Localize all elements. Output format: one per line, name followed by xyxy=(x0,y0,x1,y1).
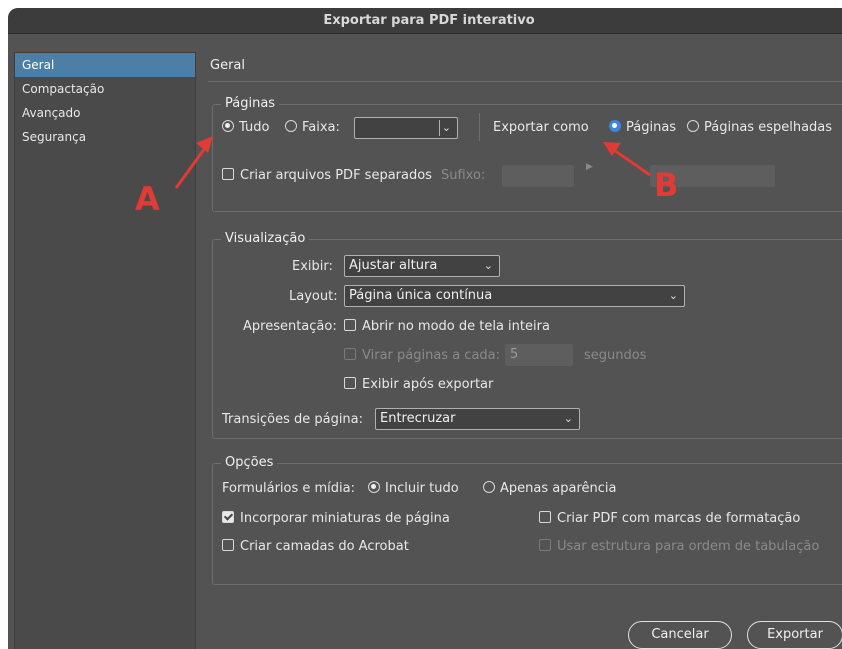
checkbox-empty-icon xyxy=(344,377,356,389)
checkbox-disabled-icon xyxy=(344,348,356,360)
transitions-value: Entrecruzar xyxy=(380,411,456,426)
sidebar-item-avancado[interactable]: Avançado xyxy=(15,101,195,125)
acrobat-layers-checkbox[interactable]: Criar camadas do Acrobat xyxy=(222,539,409,554)
sidebar-item-compactacao[interactable]: Compactação xyxy=(15,77,195,101)
radio-empty-icon xyxy=(285,120,297,132)
cancel-button[interactable]: Cancelar xyxy=(628,621,732,649)
checkbox-disabled-icon xyxy=(539,539,551,551)
chevron-down-icon: ⌄ xyxy=(483,259,493,272)
transitions-dropdown[interactable]: Entrecruzar ⌄ xyxy=(375,408,580,430)
checkbox-empty-icon xyxy=(222,168,234,180)
pages-group-title: Páginas xyxy=(221,96,280,111)
display-label: Exibir: xyxy=(292,259,333,274)
checkbox-empty-icon xyxy=(344,319,356,331)
export-button[interactable]: Exportar xyxy=(747,621,842,649)
view-after-export-label: Exibir após exportar xyxy=(362,377,494,392)
separate-pdf-checkbox[interactable]: Criar arquivos PDF separados xyxy=(222,168,432,183)
export-spreads-label: Páginas espelhadas xyxy=(704,120,833,135)
appearance-only-label: Apenas aparência xyxy=(500,481,617,496)
radio-selected-icon xyxy=(368,481,380,493)
include-all-radio[interactable]: Incluir tudo xyxy=(368,481,459,496)
separate-pdf-label: Criar arquivos PDF separados xyxy=(240,168,432,183)
pages-group-separator xyxy=(479,113,480,141)
checkbox-empty-icon xyxy=(539,511,551,523)
radio-empty-icon xyxy=(687,120,699,132)
export-as-label: Exportar como xyxy=(493,120,589,135)
suffix-field[interactable] xyxy=(502,165,574,187)
include-all-label: Incluir tudo xyxy=(385,481,459,496)
suffix-label: Sufixo: xyxy=(441,168,486,183)
title-divider xyxy=(208,81,842,82)
thumbnails-label: Incorporar miniaturas de página xyxy=(240,511,450,526)
flip-pages-label: Virar páginas a cada: xyxy=(362,348,501,363)
tab-order-checkbox[interactable]: Usar estrutura para ordem de tabulação xyxy=(539,539,819,554)
fullscreen-label: Abrir no modo de tela inteira xyxy=(362,319,550,334)
export-spreads-radio[interactable]: Páginas espelhadas xyxy=(687,120,832,135)
view-group: Visualização Exibir: Ajustar altura ⌄ La… xyxy=(212,231,842,439)
display-dropdown[interactable]: Ajustar altura ⌄ xyxy=(344,255,500,277)
presentation-label: Apresentação: xyxy=(243,319,337,334)
export-dialog: Exportar para PDF interativo Geral Compa… xyxy=(8,8,842,649)
radio-selected-icon xyxy=(609,120,621,132)
layout-dropdown[interactable]: Página única contínua ⌄ xyxy=(344,285,685,307)
acrobat-layers-label: Criar camadas do Acrobat xyxy=(240,539,409,554)
main-panel: Geral Páginas Tudo Faixa: ⌄ Exportar com… xyxy=(202,52,842,649)
flip-pages-checkbox[interactable]: Virar páginas a cada: xyxy=(344,348,500,363)
all-pages-label: Tudo xyxy=(239,120,270,135)
options-group-title: Opções xyxy=(221,455,278,470)
tagged-pdf-checkbox[interactable]: Criar PDF com marcas de formatação xyxy=(539,511,800,526)
view-after-export-checkbox[interactable]: Exibir após exportar xyxy=(344,377,493,392)
flip-seconds-field[interactable]: 5 xyxy=(505,344,573,366)
options-group: Opções Formulários e mídia: Incluir tudo… xyxy=(212,455,842,585)
appearance-only-radio[interactable]: Apenas aparência xyxy=(483,481,616,496)
range-label: Faixa: xyxy=(302,120,340,135)
display-value: Ajustar altura xyxy=(349,258,438,273)
annotation-label-b: B xyxy=(654,166,679,204)
dialog-title: Exportar para PDF interativo xyxy=(8,8,842,34)
layout-value: Página única contínua xyxy=(349,288,493,303)
thumbnails-checkbox[interactable]: Incorporar miniaturas de página xyxy=(222,511,450,526)
sidebar: Geral Compactação Avançado Segurança xyxy=(14,52,196,649)
sidebar-item-geral[interactable]: Geral xyxy=(15,53,195,77)
radio-empty-icon xyxy=(483,481,495,493)
tagged-pdf-label: Criar PDF com marcas de formatação xyxy=(557,511,801,526)
annotation-label-a: A xyxy=(135,180,160,218)
combobox-divider xyxy=(439,120,440,136)
range-combobox[interactable]: ⌄ xyxy=(354,117,458,139)
checkbox-empty-icon xyxy=(222,539,234,551)
transitions-label: Transições de página: xyxy=(222,412,364,427)
all-pages-radio[interactable]: Tudo xyxy=(222,120,269,135)
radio-selected-icon xyxy=(222,120,234,132)
seconds-label: segundos xyxy=(584,348,647,363)
pages-group: Páginas Tudo Faixa: ⌄ Exportar como Pági… xyxy=(212,96,842,212)
forms-media-label: Formulários e mídia: xyxy=(222,481,355,496)
sidebar-item-seguranca[interactable]: Segurança xyxy=(15,125,195,149)
chevron-down-icon: ⌄ xyxy=(668,289,678,302)
chevron-down-icon: ⌄ xyxy=(441,121,451,134)
suffix-arrow-icon: ▶ xyxy=(586,162,593,172)
chevron-down-icon: ⌄ xyxy=(563,412,573,425)
fullscreen-checkbox[interactable]: Abrir no modo de tela inteira xyxy=(344,319,550,334)
page-title: Geral xyxy=(210,58,245,73)
view-group-title: Visualização xyxy=(221,231,310,246)
layout-label: Layout: xyxy=(289,289,338,304)
range-radio[interactable]: Faixa: xyxy=(285,120,340,135)
checkbox-checked-icon xyxy=(222,511,234,523)
export-pages-radio[interactable]: Páginas xyxy=(609,120,676,135)
export-pages-label: Páginas xyxy=(626,120,677,135)
tab-order-label: Usar estrutura para ordem de tabulação xyxy=(557,539,820,554)
